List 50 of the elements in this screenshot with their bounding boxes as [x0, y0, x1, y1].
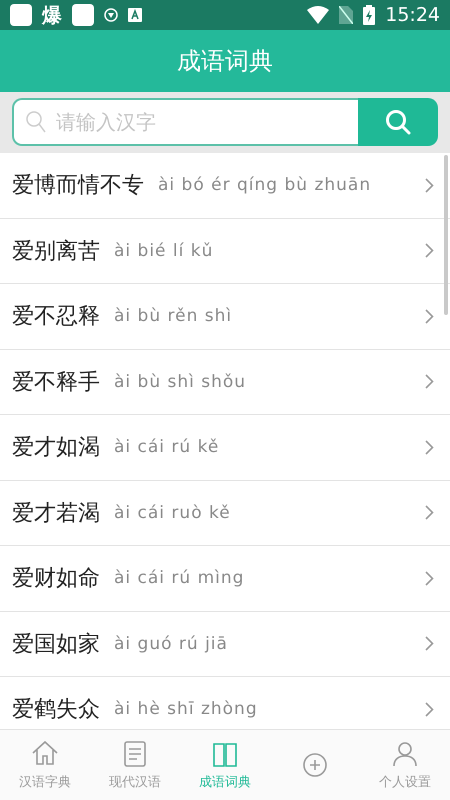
- idiom-pinyin: ài guó rú jiā: [114, 634, 229, 654]
- idiom-word: 爱才如渴: [12, 434, 100, 462]
- idiom-row[interactable]: 爱不释手 ài bù shì shǒu: [0, 350, 450, 415]
- idiom-pinyin: ài cái rú mìng: [114, 568, 246, 588]
- idiom-word: 爱才若渴: [12, 500, 100, 528]
- chevron-icon: [425, 374, 434, 390]
- idiom-pinyin: ài bù shì shǒu: [114, 372, 248, 392]
- search-icon: [385, 109, 411, 135]
- search-field[interactable]: 请输入汉字: [12, 98, 358, 146]
- idiom-pinyin: ài cái rú kě: [114, 437, 220, 458]
- idiom-row[interactable]: 爱国如家 ài guó rú jiā: [0, 612, 450, 677]
- notification-icon: [10, 4, 32, 26]
- idiom-word: 爱不忍释: [12, 303, 100, 332]
- chevron-icon: [425, 178, 434, 193]
- idiom-row[interactable]: 爱才若渴 ài cái ruò kě: [0, 480, 450, 546]
- idiom-word: 爱博而情不专: [12, 172, 144, 200]
- notification-label: 爆: [42, 2, 62, 28]
- page-title: 成语词典: [177, 46, 273, 77]
- chevron-icon: [425, 505, 434, 520]
- idiom-pinyin: ài cái ruò kě: [114, 502, 232, 523]
- chevron-icon: [425, 570, 434, 586]
- idiom-row[interactable]: 爱才如渴 ài cái rú kě: [0, 415, 450, 480]
- plus-icon: [300, 750, 330, 780]
- chevron-icon: [425, 440, 434, 455]
- scrollbar[interactable]: [444, 155, 448, 315]
- chevron-icon: [425, 636, 434, 652]
- chevron-icon: [425, 308, 434, 324]
- idiom-pinyin: ài bié lí kǔ: [114, 240, 214, 261]
- idiom-word: 爱鹤失众: [12, 696, 100, 724]
- idiom-word: 爱别离苦: [12, 238, 100, 266]
- battery-icon: [363, 5, 376, 25]
- idiom-row[interactable]: 爱不忍释 ài bù rěn shì: [0, 284, 450, 350]
- chevron-icon: [425, 243, 434, 258]
- idiom-row[interactable]: 爱财如命 ài cái rú mìng: [0, 546, 450, 612]
- idiom-pinyin: ài bù rěn shì: [114, 306, 234, 326]
- person-icon: [390, 739, 420, 769]
- idiom-word: 爱财如命: [12, 565, 100, 594]
- search-button[interactable]: [358, 98, 438, 146]
- chevron-icon: [425, 702, 434, 717]
- idiom-word: 爱不释手: [12, 368, 100, 397]
- notification-icon: [72, 4, 94, 26]
- idiom-row[interactable]: 爱博而情不专 ài bó ér qíng bù zhuān: [0, 153, 450, 218]
- wifi-icon: [307, 6, 330, 24]
- idiom-word: 爱国如家: [12, 630, 100, 659]
- idiom-pinyin: ài hè shī zhòng: [114, 699, 259, 720]
- keyboard-icon: [128, 8, 142, 22]
- idiom-pinyin: ài bó ér qíng bù zhuān: [158, 175, 372, 196]
- clock: 15:24: [385, 4, 440, 26]
- no-sim-icon: [339, 6, 354, 24]
- idiom-row[interactable]: 爱别离苦 ài bié lí kǔ: [0, 218, 450, 284]
